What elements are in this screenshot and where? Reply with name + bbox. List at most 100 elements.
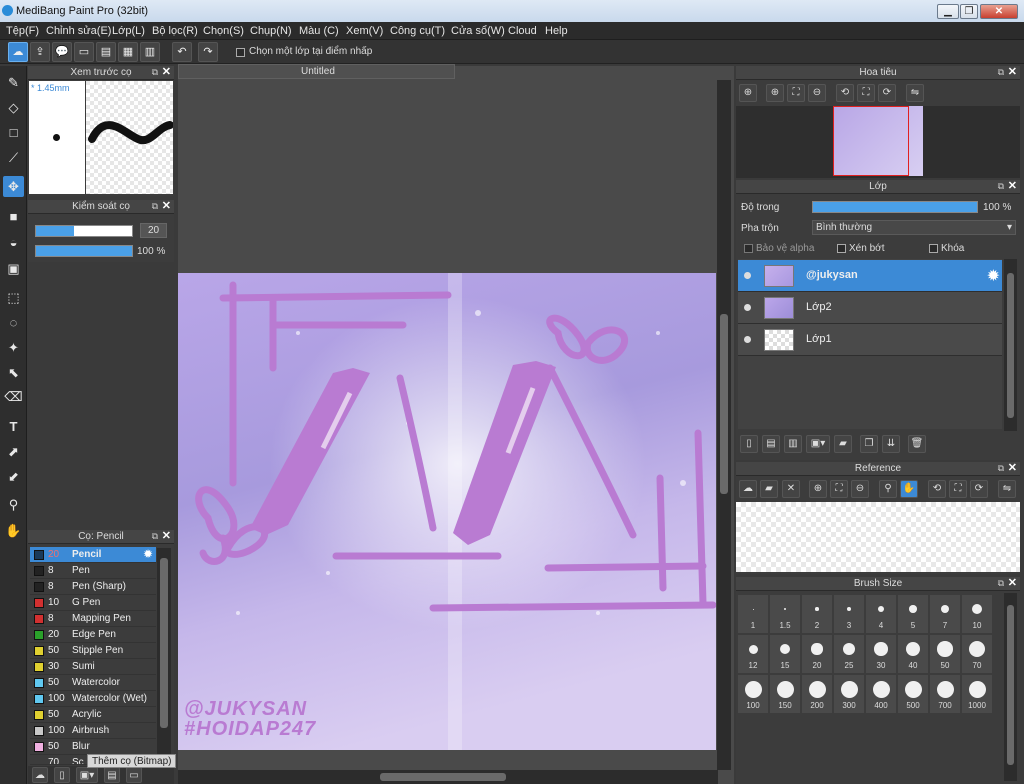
fit-screen-icon[interactable]: ⛶ (949, 480, 967, 498)
brush-list-scrollbar[interactable] (157, 548, 171, 762)
brush-size-option[interactable]: 30 (866, 635, 896, 673)
close-icon[interactable]: ✕ (162, 66, 171, 79)
delete-brush-icon[interactable]: ▭ (126, 767, 142, 783)
close-icon[interactable]: ✕ (1008, 577, 1017, 590)
close-icon[interactable]: ✕ (1008, 462, 1017, 475)
new-layer-icon[interactable]: ▯ (740, 435, 758, 453)
layer-item[interactable]: Lớp1 (738, 324, 1002, 356)
divide-icon[interactable]: ⬋ (3, 466, 24, 487)
brush-list-item[interactable]: 50 Blur (30, 739, 156, 755)
add-bitmap-brush-icon[interactable]: ▣▾ (76, 767, 98, 783)
brush-size-option[interactable]: 5 (898, 595, 928, 633)
lock-checkbox[interactable] (929, 244, 938, 253)
menu-select[interactable]: Chọn(S) (203, 25, 244, 37)
menu-filter[interactable]: Bộ lọc(R) (152, 25, 198, 37)
brush-list-item[interactable]: 8 Pen (Sharp) (30, 579, 156, 595)
minimize-button[interactable]: ▁ (937, 4, 959, 19)
layer-opacity-slider[interactable] (812, 201, 978, 213)
brush-size-option[interactable]: 300 (834, 675, 864, 713)
brush-settings-icon[interactable]: ▤ (104, 767, 120, 783)
maximize-button[interactable]: ❐ (960, 4, 978, 19)
add-layer-menu-icon[interactable]: ▣▾ (806, 435, 830, 453)
brush-list-item[interactable]: 8 Mapping Pen (30, 611, 156, 627)
menu-window[interactable]: Cửa sổ(W) (451, 25, 505, 37)
brush-list-item[interactable]: 50 Acrylic (30, 707, 156, 723)
fit-screen-icon[interactable]: ⛶ (857, 84, 875, 102)
grid-icon[interactable]: ▦ (118, 42, 138, 62)
menu-file[interactable]: Tệp(F) (6, 25, 39, 37)
brush-list-item[interactable]: 30 Sumi (30, 659, 156, 675)
brush-size-option[interactable]: 12 (738, 635, 768, 673)
brush-size-option[interactable]: 70 (962, 635, 992, 673)
float-icon[interactable]: ⧉ (998, 462, 1004, 475)
speech-bubble-icon[interactable]: ▭ (74, 42, 94, 62)
brush-size-option[interactable]: 400 (866, 675, 896, 713)
hand-icon[interactable]: ✋ (3, 520, 24, 541)
brush-size-option[interactable]: 15 (770, 635, 800, 673)
menu-edit[interactable]: Chỉnh sửa(E) (46, 25, 111, 37)
cloud-icon[interactable]: ☁ (8, 42, 28, 62)
zoom-out-icon[interactable]: ⊖ (808, 84, 826, 102)
eyedropper-icon[interactable]: ⚲ (879, 480, 897, 498)
undo-icon[interactable]: ↶ (172, 42, 192, 62)
brush-icon[interactable]: ✎ (3, 72, 24, 93)
gradient-icon[interactable]: ▣ (3, 258, 24, 279)
float-icon[interactable]: ⧉ (152, 200, 158, 213)
rotate-right-icon[interactable]: ⟳ (970, 480, 988, 498)
brush-size-input[interactable]: 20 (140, 223, 167, 238)
brush-size-option[interactable]: 150 (770, 675, 800, 713)
panel-icon[interactable]: ▥ (140, 42, 160, 62)
canvas-horizontal-scrollbar[interactable] (178, 770, 718, 784)
menu-capture[interactable]: Chụp(N) (250, 25, 292, 37)
brush-size-slider[interactable] (35, 225, 133, 237)
blend-mode-select[interactable]: Bình thường ▾ (812, 220, 1016, 235)
brush-size-scrollbar[interactable] (1004, 593, 1017, 781)
brush-size-option[interactable]: 4 (866, 595, 896, 633)
move-icon[interactable]: ✥ (3, 176, 24, 197)
brush-size-option[interactable]: 1 (738, 595, 768, 633)
float-icon[interactable]: ⧉ (152, 530, 158, 543)
protect-alpha-checkbox[interactable] (744, 244, 753, 253)
menu-color[interactable]: Màu (C) (299, 25, 339, 37)
document-tab[interactable]: Untitled (178, 64, 455, 79)
eyedropper-icon[interactable]: ⚲ (3, 494, 24, 515)
fit-icon[interactable]: ⛶ (830, 480, 848, 498)
brush-size-option[interactable]: 20 (802, 635, 832, 673)
folder-open-icon[interactable]: ▰ (760, 480, 778, 498)
zoom-plus-icon[interactable]: ⊕ (766, 84, 784, 102)
bucket-icon[interactable]: ◒ (3, 232, 24, 253)
brush-opacity-slider[interactable] (35, 245, 133, 257)
folder-icon[interactable]: ▰ (834, 435, 852, 453)
layer-scrollbar[interactable] (1004, 259, 1017, 431)
dot-brush-icon[interactable]: ⟋ (3, 147, 24, 168)
gear-icon[interactable]: ✹ (143, 547, 153, 562)
duplicate-layer-icon[interactable]: ❐ (860, 435, 878, 453)
hand-icon[interactable]: ✋ (900, 480, 918, 498)
brush-size-option[interactable]: 1.5 (770, 595, 800, 633)
cloud-brush-icon[interactable]: ☁ (32, 767, 48, 783)
gear-icon[interactable]: ✹ (987, 266, 1000, 286)
menu-view[interactable]: Xem(V) (346, 25, 383, 37)
eraser-icon[interactable]: ◇ (3, 97, 24, 118)
layer-item[interactable]: Lớp2 (738, 292, 1002, 324)
lasso-icon[interactable]: ◌ (3, 312, 24, 333)
new-brush-icon[interactable]: ▯ (54, 767, 70, 783)
zoom-in-icon[interactable]: ⊕ (809, 480, 827, 498)
brush-list-item[interactable]: 50 Watercolor (30, 675, 156, 691)
flip-icon[interactable]: ⇋ (906, 84, 924, 102)
layer-item[interactable]: @jukysan ✹ (738, 260, 1002, 292)
comment-icon[interactable]: 💬 (52, 42, 72, 62)
merge-layer-icon[interactable]: ⇊ (882, 435, 900, 453)
brush-size-option[interactable]: 500 (898, 675, 928, 713)
select-layer-checkbox[interactable] (236, 48, 245, 57)
rectangle-icon[interactable]: □ (3, 122, 24, 143)
brush-size-option[interactable]: 25 (834, 635, 864, 673)
rotate-left-icon[interactable]: ⟲ (928, 480, 946, 498)
select-eraser-icon[interactable]: ⌫ (3, 386, 24, 407)
eye-icon[interactable] (744, 336, 751, 343)
brush-list-item[interactable]: 8 Pen (30, 563, 156, 579)
canvas-vertical-scrollbar[interactable] (717, 80, 731, 770)
float-icon[interactable]: ⧉ (998, 180, 1004, 193)
new-halftone-layer-icon[interactable]: ▤ (762, 435, 780, 453)
zoom-out-icon[interactable]: ⊖ (851, 480, 869, 498)
